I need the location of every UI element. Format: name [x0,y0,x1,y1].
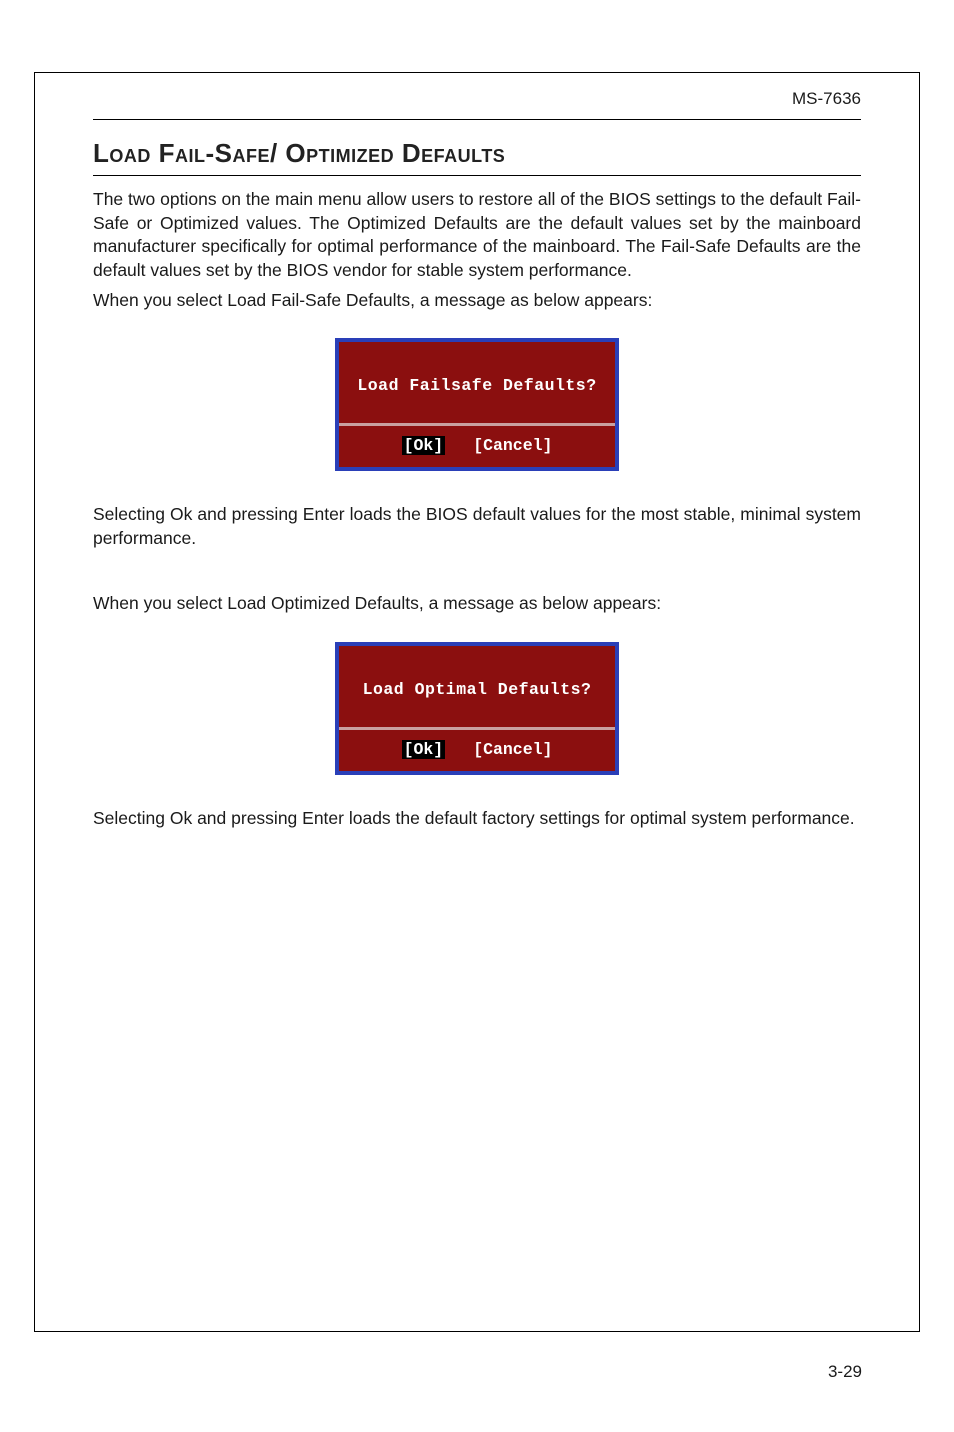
failsafe-dialog-message: Load Failsafe Defaults? [339,342,615,426]
failsafe-cancel-button[interactable]: [Cancel] [473,436,552,455]
optimal-ok-button[interactable]: [Ok] [402,740,446,759]
paragraph-failsafe-result: Selecting Ok and pressing Enter loads th… [93,503,861,550]
page-frame: MS-7636 Load Fail-Safe/ Optimized Defaul… [34,72,920,1332]
paragraph-intro: The two options on the main menu allow u… [93,188,861,283]
paragraph-failsafe-lead: When you select Load Fail-Safe Defaults,… [93,289,861,313]
content-area: MS-7636 Load Fail-Safe/ Optimized Defaul… [35,73,919,831]
failsafe-ok-button[interactable]: [Ok] [402,436,446,455]
spacer [93,556,861,592]
optimal-dialog: Load Optimal Defaults? [Ok] [Cancel] [335,642,619,775]
failsafe-dialog-buttons: [Ok] [Cancel] [339,426,615,467]
section-heading: Load Fail-Safe/ Optimized Defaults [93,138,861,176]
document-label: MS-7636 [93,89,861,119]
failsafe-dialog: Load Failsafe Defaults? [Ok] [Cancel] [335,338,619,471]
paragraph-optimized-lead: When you select Load Optimized Defaults,… [93,592,861,616]
optimal-dialog-wrap: Load Optimal Defaults? [Ok] [Cancel] [93,642,861,775]
optimal-dialog-message: Load Optimal Defaults? [339,646,615,730]
optimal-dialog-buttons: [Ok] [Cancel] [339,730,615,771]
header-rule [93,119,861,120]
optimal-cancel-button[interactable]: [Cancel] [473,740,552,759]
page-number: 3-29 [828,1362,862,1382]
failsafe-dialog-wrap: Load Failsafe Defaults? [Ok] [Cancel] [93,338,861,471]
paragraph-optimized-result: Selecting Ok and pressing Enter loads th… [93,807,861,831]
